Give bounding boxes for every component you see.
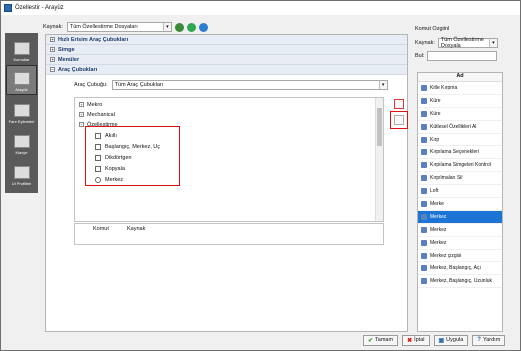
command-list-item[interactable]: Kırpılmaları Sil (418, 172, 502, 186)
highlight-box (85, 126, 180, 186)
chevron-down-icon: ▾ (378, 81, 387, 89)
command-icon (421, 265, 427, 272)
app-icon (4, 4, 12, 12)
chevron-down-icon: ▾ (488, 39, 497, 47)
section-toolbars[interactable]: − Araç Çubukları (46, 65, 407, 75)
nav-item-interface[interactable]: Arayüz (6, 65, 37, 95)
command-icon (421, 226, 427, 233)
command-list-item[interactable]: Merkez, Başlangıç, Açı (418, 262, 502, 276)
tree-group-mechanical[interactable]: + Mechanical (79, 110, 115, 119)
command-list-item[interactable]: Merkez (418, 210, 502, 224)
command-icon (421, 200, 427, 207)
command-table: Komut Kaynak (74, 223, 384, 245)
command-list-panel: Komut Ozgiinl Kaynak: Tüm Özellestirme D… (415, 26, 503, 332)
command-list-item[interactable]: Merke (418, 198, 502, 211)
help-button[interactable]: ? Yardım (472, 334, 506, 346)
close-icon: ✖ (407, 337, 413, 344)
command-icon (421, 175, 427, 182)
cancel-button[interactable]: ✖ İptal (402, 334, 430, 346)
cmd-source-row: Kaynak: Tüm Özellestirme Dosyala ▾ (415, 37, 503, 49)
command-list-item[interactable]: Kırpılama Seçenekleri (418, 146, 502, 160)
chevron-down-icon: ▾ (162, 23, 171, 31)
tree-scrollbar[interactable] (375, 98, 383, 221)
window-title: Özellestir - Arayüz (15, 5, 64, 11)
apply-icon: ▣ (438, 337, 445, 344)
command-icon (421, 97, 427, 104)
cmd-source-combo[interactable]: Tüm Özellestirme Dosyala ▾ (437, 37, 498, 49)
nav-item-mouse-actions[interactable]: Fare Eylemleri (6, 96, 37, 126)
keyboard-icon (13, 135, 30, 148)
command-icon (421, 149, 427, 156)
source-bar: Kaynak: Tüm Özellestirme Dosyaları ▾ (43, 21, 403, 33)
command-icon (421, 123, 427, 130)
command-list-item[interactable]: Merkez (418, 237, 502, 250)
title-bar: Özellestir - Arayüz (1, 1, 520, 15)
command-list-item[interactable]: Loft (418, 185, 502, 199)
command-list-item[interactable]: Merkez (418, 224, 502, 237)
command-icon (421, 188, 427, 195)
interface-panel: + Hızlı Erisim Araç Çubukları + Simge + Men… (45, 34, 408, 332)
interface-icon (13, 72, 30, 85)
apply-button[interactable]: ▣ Uygula (433, 334, 469, 346)
cmd-search-row: Bul: (415, 51, 503, 61)
cmd-search-input[interactable] (427, 51, 498, 61)
ok-button[interactable]: ✔ Tamam (363, 334, 399, 346)
command-icon (421, 213, 427, 220)
tree-group-mekro[interactable]: + Mekro (79, 100, 102, 109)
mouse-icon (13, 104, 30, 117)
nav-item-commands[interactable]: Komutlar (6, 34, 37, 64)
source-combo[interactable]: Tüm Özellestirme Dosyaları ▾ (66, 22, 172, 32)
command-icon (421, 110, 427, 117)
delete-icon[interactable] (394, 99, 404, 109)
refresh-icon[interactable] (198, 22, 208, 32)
left-nav: Komutlar Arayüz Fare Eylemleri Klavye UI… (5, 33, 38, 193)
load-icon[interactable] (174, 22, 184, 32)
command-list-item[interactable]: Merkez, Başlangıç, Uzunluk (418, 275, 502, 289)
command-list-item[interactable]: Kırp (418, 134, 502, 147)
command-list-item[interactable]: Küre (418, 95, 502, 108)
nav-item-ui-profiles[interactable]: UI Profilleri (6, 158, 37, 188)
help-icon: ? (477, 337, 481, 343)
profile-icon (13, 166, 30, 179)
highlight-box-side (390, 111, 408, 129)
command-list-item[interactable]: Kütlesel Özellikleri Al (418, 121, 502, 134)
section-menus[interactable]: + Menüler (46, 55, 407, 65)
command-list-item[interactable]: Küre (418, 108, 502, 121)
nav-item-keyboard[interactable]: Klavye (6, 127, 37, 157)
section-quick-access[interactable]: + Hızlı Erisim Araç Çubukları (46, 35, 407, 45)
check-icon: ✔ (368, 337, 374, 344)
toolbar-combo[interactable]: Tüm Araç Çubukları ▾ (111, 80, 388, 90)
command-list-item[interactable]: Kitle Kırpma (418, 82, 502, 95)
toolbar-select-row: Araç Çubuğu: Tüm Araç Çubukları ▾ (74, 80, 388, 90)
command-icon (421, 252, 427, 259)
save-icon[interactable] (186, 22, 196, 32)
command-list: Ad Kitle Kırpma Küre Küre Kütlesel Özellikl… (417, 72, 503, 332)
command-list-item[interactable]: Kırpılama Simgeleri Kontrol (418, 159, 502, 173)
section-icon[interactable]: + Simge (46, 45, 407, 55)
dialog-buttons: ✔ Tamam ✖ İptal ▣ Uygula ? Yardım (359, 334, 506, 346)
commands-icon (13, 42, 30, 55)
command-icon (421, 278, 427, 285)
command-icon (421, 239, 427, 246)
customize-window: Özellestir - Arayüz Komutlar Arayüz Fare… (0, 0, 521, 351)
scroll-thumb[interactable] (377, 108, 382, 146)
toolbar-tree: + Mekro + Mechanical − Özellestirme Akıllı … (74, 97, 384, 222)
command-icon (421, 136, 427, 143)
command-list-item[interactable]: Merkez çizgisi (418, 250, 502, 263)
command-icon (421, 84, 427, 91)
column-header-name[interactable]: Ad (418, 73, 502, 82)
command-icon (421, 162, 427, 169)
